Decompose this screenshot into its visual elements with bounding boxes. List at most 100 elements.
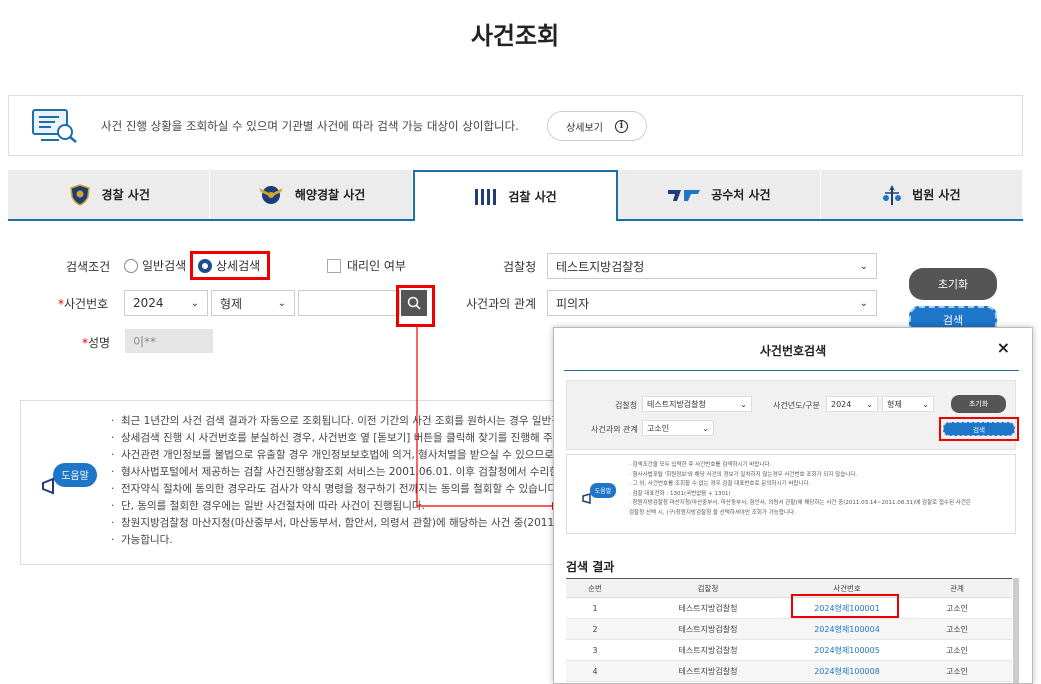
modal-help-item: 검찰청 선택 시, (구)창원지방검찰청 을 선택하셔야만 조회가 가능합니다. [629,509,796,516]
cio-logo-icon [668,189,701,201]
modal-help-item: · 검색조건을 모두 입력한 후 사건번호를 검색하시기 바랍니다. [629,462,772,468]
modal-help-list: · 검색조건을 모두 입력한 후 사건번호를 검색하시기 바랍니다. · 형사사… [629,461,971,518]
case-number-text: 사건번호 [64,297,109,311]
radio-dot [124,258,138,273]
chevron-down-icon: ⌄ [277,297,286,309]
radio-general-label: 일반검색 [142,259,187,273]
radio-detail-label: 상세검색 [216,259,261,273]
relation-select-value: 피의자 [556,296,590,311]
row-office: 테스트지방검찰청 [624,618,792,640]
tab-label: 법원 사건 [912,188,961,202]
modal-divider [564,370,1019,371]
modal-relation-value: 고소인 [647,423,670,433]
name-field[interactable]: 이** [125,329,213,353]
proxy-checkbox[interactable]: 대리인 여부 [327,257,406,274]
help-item: 가능합니다. [111,532,559,549]
row-office: 테스트지방검찰청 [624,597,792,619]
modal-title: 사건번호검색 [759,344,827,358]
table-row[interactable]: 3 테스트지방검찰청 2024형제100005 고소인 [566,639,1012,661]
year-select-value: 2024 [133,296,164,310]
close-icon[interactable]: × [997,338,1010,357]
tab-police[interactable]: 경찰 사건 [8,170,211,219]
case-type-select-value: 형제 [220,296,243,311]
relation-label: 사건과의 관계 [466,297,537,311]
modal-year-label: 사건년도/구분 [773,401,820,410]
table-row[interactable]: 1 테스트지방검찰청 2024형제100001 고소인 [566,597,1012,619]
case-number-link[interactable]: 2024형제100005 [792,639,902,661]
modal-relation-label: 사건과의 관계 [591,425,638,434]
radio-general-search[interactable]: 일반검색 [124,257,186,274]
modal-reset-button[interactable]: 초기화 [951,395,1006,413]
help-icon-label: 도움말 [61,470,89,482]
tab-prosecution[interactable]: 검찰 사건 [412,170,619,221]
coast-guard-emblem-icon [258,185,283,204]
court-emblem-icon [883,184,902,205]
connector-arrow [416,326,559,510]
row-number: 2 [566,618,624,640]
column-header: 순번 [566,578,624,598]
case-number-search-button[interactable] [401,290,427,316]
modal-relation-select[interactable]: 고소인 ⌄ [642,420,714,436]
row-number: 4 [566,660,624,682]
checkbox-box [327,258,341,273]
result-table: 순번 검찰청 사건번호 관계 1 테스트지방검찰청 2024형제100001 고… [566,578,1012,682]
row-relation: 고소인 [902,597,1012,619]
table-row[interactable]: 2 테스트지방검찰청 2024형제100004 고소인 [566,618,1012,640]
modal-type-select[interactable]: 형제 ⌄ [882,396,934,412]
police-badge-icon [69,183,90,206]
row-office: 테스트지방검찰청 [624,660,792,682]
monitor-search-icon [32,109,77,143]
row-relation: 고소인 [902,660,1012,682]
case-number-label: *사건번호 [58,295,108,312]
prosecution-emblem-icon [475,188,497,205]
case-type-select[interactable]: 형제 ⌄ [211,290,295,316]
tab-label: 경찰 사건 [101,188,150,202]
office-select[interactable]: 테스트지방검찰청 ⌄ [547,253,877,279]
chevron-down-icon: ⌄ [859,260,868,272]
case-number-search-modal: 사건번호검색 × 검찰청 테스트지방검찰청 ⌄ 사건년도/구분 2024 ⌄ 형제 ⌄… [553,327,1033,684]
highlight-box-case-number [791,594,899,618]
relation-select[interactable]: 피의자 ⌄ [547,290,877,316]
reset-button[interactable]: 초기화 [909,268,997,300]
row-office: 테스트지방검찰청 [624,639,792,661]
scrollbar[interactable] [1013,578,1019,683]
modal-search-button[interactable]: 검색 [943,422,1015,436]
tab-label: 검찰 사건 [508,190,557,204]
modal-help-item: · 검찰 대표전화 : 1301(국번없음 + 1301) [629,490,731,497]
column-header: 검찰청 [624,578,792,598]
chevron-down-icon: ⌄ [859,297,868,309]
tab-label: 해양경찰 사건 [294,188,366,202]
tab-coast-guard[interactable]: 해양경찰 사건 [210,170,413,219]
info-banner: 사건 진행 상황을 조회하실 수 있으며 기관별 사건에 따라 검색 가능 대상… [8,95,1023,156]
modal-help-item: · 형사사법포털 '회원정보'와 해당 사건의 정보가 일치하지 않는경우 사건… [629,471,858,478]
office-select-value: 테스트지방검찰청 [556,259,645,274]
row-number: 3 [566,639,624,661]
modal-help-box: 도움말 · 검색조건을 모두 입력한 후 사건번호를 검색하시기 바랍니다. ·… [566,454,1016,534]
radio-detail-search[interactable]: 상세검색 [198,257,260,274]
modal-office-select[interactable]: 테스트지방검찰청 ⌄ [642,396,752,412]
year-select[interactable]: 2024 ⌄ [124,290,208,316]
search-icon [407,296,421,310]
radio-dot-selected [198,258,212,273]
tab-cio[interactable]: 공수처 사건 [618,170,821,219]
proxy-label: 대리인 여부 [347,259,407,273]
case-number-input[interactable] [298,290,400,316]
detail-view-button[interactable]: 상세보기 i [547,111,647,141]
row-relation: 고소인 [902,639,1012,661]
detail-view-label: 상세보기 [566,122,603,134]
modal-year-value: 2024 [831,399,852,409]
modal-year-select[interactable]: 2024 ⌄ [826,396,878,412]
tab-court[interactable]: 법원 사건 [821,170,1024,219]
table-header-row: 순번 검찰청 사건번호 관계 [566,578,1012,598]
table-row[interactable]: 4 테스트지방검찰청 2024형제100008 고소인 [566,660,1012,682]
name-label-text: 성명 [88,336,111,350]
chevron-down-icon: ⌄ [190,297,199,309]
modal-help-icon-label: 도움말 [595,487,612,495]
case-number-link[interactable]: 2024형제100004 [792,618,902,640]
search-condition-label: 검색조건 [66,260,111,274]
result-title: 검색 결과 [566,560,615,574]
case-number-link[interactable]: 2024형제100008 [792,660,902,682]
highlight-box-modal-search: 검색 [939,417,1019,441]
modal-help-item: · 그 외, 사건번호를 조회할 수 없는 경우 검찰 대표번호로 문의하시기 … [629,481,811,487]
page-title: 사건조회 [470,22,560,50]
